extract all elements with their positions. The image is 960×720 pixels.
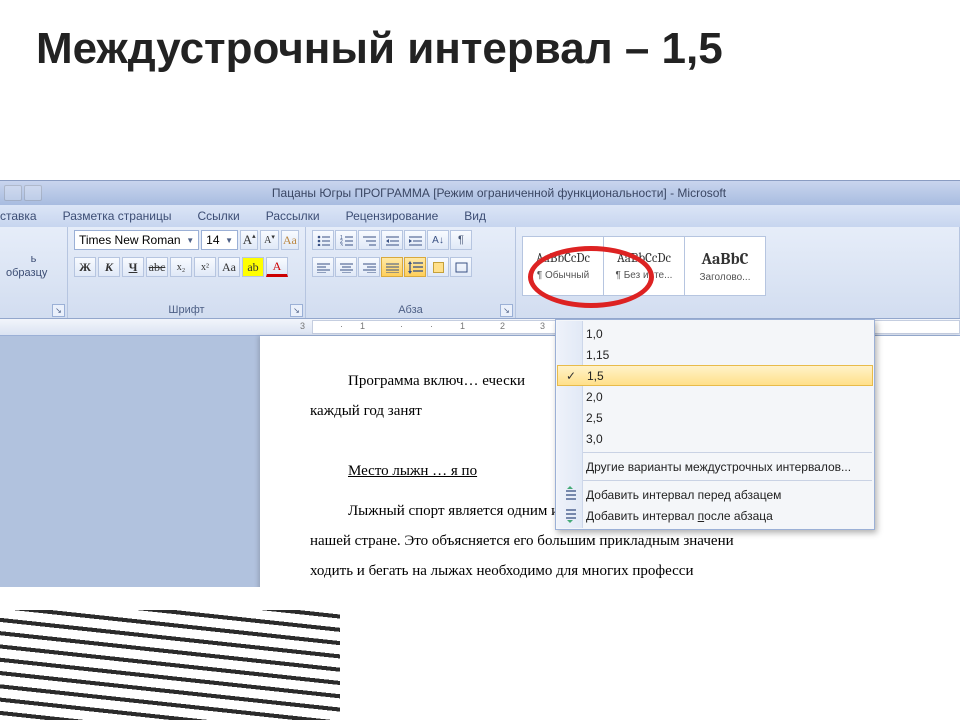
tab-page-layout[interactable]: Разметка страницы (63, 209, 172, 223)
bullets-button[interactable] (312, 230, 334, 250)
tab-insert[interactable]: ставка (0, 209, 37, 223)
line-spacing-option-1-0[interactable]: 1,0 (556, 323, 874, 344)
sort-button[interactable]: A↓ (427, 230, 449, 250)
check-icon: ✓ (566, 369, 576, 383)
style-heading1[interactable]: AaBbC Заголово... (684, 236, 766, 296)
slide-title: Междустрочный интервал – 1,5 (0, 0, 960, 73)
window-title: Пацаны Югры ПРОГРАММА [Режим ограниченно… (42, 186, 956, 200)
chevron-down-icon: ▼ (186, 236, 194, 245)
line-spacing-option-1-5[interactable]: ✓1,5 (557, 365, 873, 386)
align-right-button[interactable] (358, 257, 380, 277)
justify-button[interactable] (381, 257, 403, 277)
add-space-before-paragraph[interactable]: ДДобавить интервал перед абзацемобавить … (556, 484, 874, 505)
tab-view[interactable]: Вид (464, 209, 486, 223)
line-spacing-option-3-0[interactable]: 3,0 (556, 428, 874, 449)
paste-button[interactable]: ь (6, 253, 61, 265)
word-window: Пацаны Югры ПРОГРАММА [Режим ограниченно… (0, 180, 960, 588)
paragraph-group-label: Абза (312, 302, 509, 318)
font-group: Times New Roman▼ 14▼ A▴ A▾ Aa Ж К Ч abc … (68, 227, 306, 318)
align-left-button[interactable] (312, 257, 334, 277)
font-name-combo[interactable]: Times New Roman▼ (74, 230, 199, 250)
clipboard-dialog-launcher[interactable]: ↘ (52, 304, 65, 317)
space-before-icon (562, 486, 578, 502)
styles-group: AaBbCcDc ¶ Обычный AaBbCcDc ¶ Без инте..… (516, 227, 960, 318)
bold-button[interactable]: Ж (74, 257, 96, 277)
tab-references[interactable]: Ссылки (197, 209, 239, 223)
slide-decoration (0, 610, 340, 720)
superscript-button[interactable]: x² (194, 257, 216, 277)
show-marks-button[interactable]: ¶ (450, 230, 472, 250)
line-spacing-dropdown: 1,0 1,15 ✓1,5 2,0 2,5 3,0 Другие вариант… (555, 319, 875, 530)
font-group-label: Шрифт (74, 302, 299, 318)
line-spacing-option-2-0[interactable]: 2,0 (556, 386, 874, 407)
line-spacing-option-1-15[interactable]: 1,15 (556, 344, 874, 365)
titlebar: Пацаны Югры ПРОГРАММА [Режим ограниченно… (0, 181, 960, 205)
clipboard-group: ь образцу ↘ (0, 227, 68, 318)
ribbon-tabs: ставка Разметка страницы Ссылки Рассылки… (0, 205, 960, 227)
paragraph-dialog-launcher[interactable]: ↘ (500, 304, 513, 317)
font-size-combo[interactable]: 14▼ (201, 230, 238, 250)
clear-formatting-button[interactable]: Aa (281, 230, 299, 250)
doc-paragraph: ходить и бегать на лыжах необходимо для … (310, 556, 960, 586)
document-area: 3 · 1 · · 1 2 3 Программа включ… ечески … (0, 319, 960, 587)
shrink-font-button[interactable]: A▾ (260, 230, 278, 250)
format-painter-button[interactable]: образцу (6, 267, 47, 279)
doc-paragraph: нашей стране. Это объясняется его больши… (310, 526, 960, 556)
multilevel-list-button[interactable] (358, 230, 380, 250)
qat-dropdown-button[interactable] (24, 185, 42, 201)
decrease-indent-button[interactable] (381, 230, 403, 250)
line-spacing-option-2-5[interactable]: 2,5 (556, 407, 874, 428)
paragraph-group: 123 A↓ ¶ Абза ↘ (306, 227, 516, 318)
style-gallery: AaBbCcDc ¶ Обычный AaBbCcDc ¶ Без инте..… (522, 236, 765, 296)
font-color-button[interactable]: A (266, 257, 288, 277)
line-spacing-options-more[interactable]: Другие варианты междустрочных интервалов… (556, 456, 874, 477)
subscript-button[interactable]: x₂ (170, 257, 192, 277)
strikethrough-button[interactable]: abc (146, 257, 168, 277)
italic-button[interactable]: К (98, 257, 120, 277)
change-case-button[interactable]: Aa (218, 257, 240, 277)
increase-indent-button[interactable] (404, 230, 426, 250)
styles-group-label (522, 302, 953, 318)
align-center-button[interactable] (335, 257, 357, 277)
borders-button[interactable] (450, 257, 472, 277)
quick-access-toolbar (4, 185, 42, 201)
tab-review[interactable]: Рецензирование (346, 209, 439, 223)
grow-font-button[interactable]: A▴ (240, 230, 258, 250)
ribbon: ь образцу ↘ Times New Roman▼ 14▼ A▴ A▾ A… (0, 227, 960, 319)
shading-button[interactable] (427, 257, 449, 277)
numbering-button[interactable]: 123 (335, 230, 357, 250)
underline-button[interactable]: Ч (122, 257, 144, 277)
style-normal[interactable]: AaBbCcDc ¶ Обычный (522, 236, 604, 296)
highlight-button[interactable]: ab (242, 257, 264, 277)
chevron-down-icon: ▼ (225, 236, 233, 245)
style-no-spacing[interactable]: AaBbCcDc ¶ Без инте... (603, 236, 685, 296)
line-spacing-button[interactable] (404, 257, 426, 277)
font-dialog-launcher[interactable]: ↘ (290, 304, 303, 317)
space-after-icon (562, 507, 578, 523)
add-space-after-paragraph[interactable]: Добавить интервал после абзаца (556, 505, 874, 526)
qat-save-button[interactable] (4, 185, 22, 201)
tab-mailings[interactable]: Рассылки (266, 209, 320, 223)
svg-text:3: 3 (340, 243, 343, 246)
